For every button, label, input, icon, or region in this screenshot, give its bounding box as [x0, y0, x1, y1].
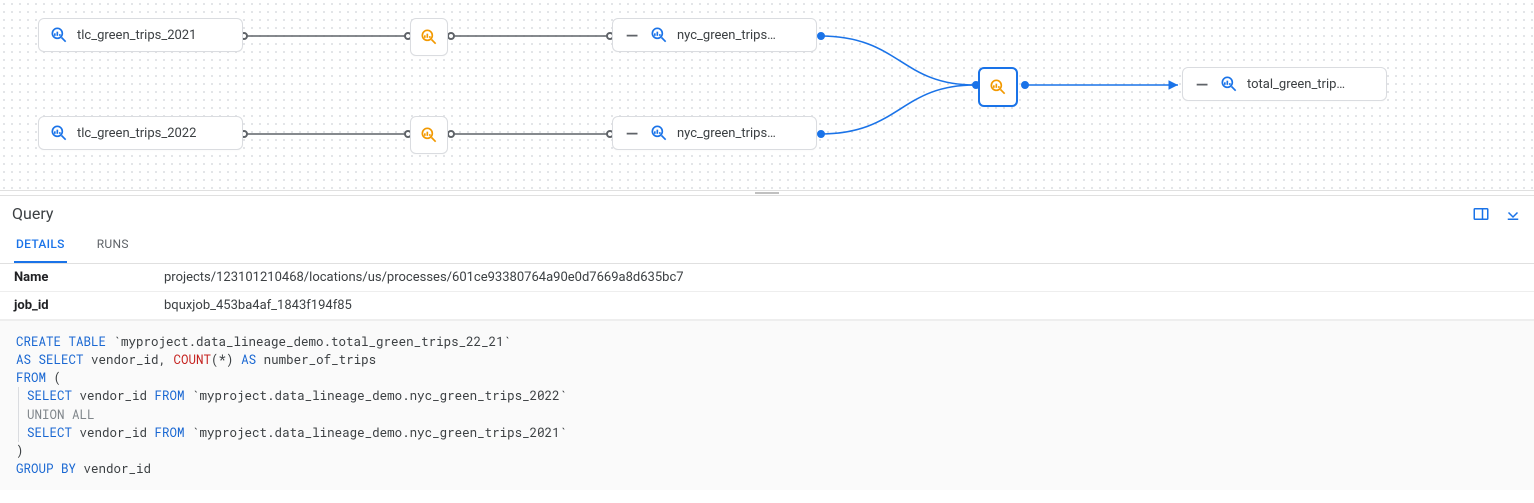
node-process-2[interactable]: [410, 116, 448, 154]
node-label: total_green_trip…: [1247, 77, 1345, 92]
port: [447, 130, 455, 138]
row-key: Name: [0, 264, 150, 292]
sql-code-block: CREATE TABLE `myproject.data_lineage_dem…: [0, 320, 1534, 490]
node-intermediate-1[interactable]: — nyc_green_trips…: [612, 18, 817, 52]
query-icon: [419, 125, 439, 145]
panel-header: Query: [0, 196, 1534, 227]
node-process-selected[interactable]: [978, 67, 1018, 107]
bigquery-icon: [649, 25, 669, 45]
tab-details[interactable]: DETAILS: [14, 227, 67, 263]
node-process-1[interactable]: [410, 18, 448, 56]
node-label: tlc_green_trips_2021: [77, 28, 196, 43]
row-value: bquxjob_453ba4af_1843f194f85: [150, 292, 1534, 320]
port: [447, 32, 455, 40]
lineage-graph-canvas[interactable]: tlc_green_trips_2021 — nyc_green_trips… …: [0, 0, 1534, 190]
collapse-icon[interactable]: —: [623, 124, 641, 142]
collapse-icon[interactable]: —: [1193, 75, 1211, 93]
node-source-2[interactable]: tlc_green_trips_2022: [38, 116, 243, 150]
table-row: Name projects/123101210468/locations/us/…: [0, 264, 1534, 292]
details-table: Name projects/123101210468/locations/us/…: [0, 264, 1534, 320]
node-output[interactable]: — total_green_trip…: [1182, 67, 1387, 101]
query-icon: [419, 27, 439, 47]
bigquery-icon: [649, 123, 669, 143]
node-intermediate-2[interactable]: — nyc_green_trips…: [612, 116, 817, 150]
node-label: nyc_green_trips…: [677, 28, 776, 43]
panel-title: Query: [12, 204, 53, 223]
bigquery-icon: [1219, 74, 1239, 94]
node-label: tlc_green_trips_2022: [77, 126, 196, 141]
node-label: nyc_green_trips…: [677, 126, 776, 141]
collapse-icon[interactable]: —: [623, 26, 641, 44]
tab-runs[interactable]: RUNS: [95, 227, 131, 263]
table-row: job_id bquxjob_453ba4af_1843f194f85: [0, 292, 1534, 320]
node-source-1[interactable]: tlc_green_trips_2021: [38, 18, 243, 52]
port: [1021, 81, 1029, 89]
panel-tabs: DETAILS RUNS: [0, 227, 1534, 264]
bigquery-icon: [49, 123, 69, 143]
query-icon: [988, 77, 1008, 97]
port: [817, 32, 825, 40]
port: [817, 130, 825, 138]
row-value: projects/123101210468/locations/us/proce…: [150, 264, 1534, 292]
row-key: job_id: [0, 292, 150, 320]
collapse-panel-icon[interactable]: [1504, 205, 1522, 223]
side-panel-icon[interactable]: [1472, 205, 1490, 223]
bigquery-icon: [49, 25, 69, 45]
